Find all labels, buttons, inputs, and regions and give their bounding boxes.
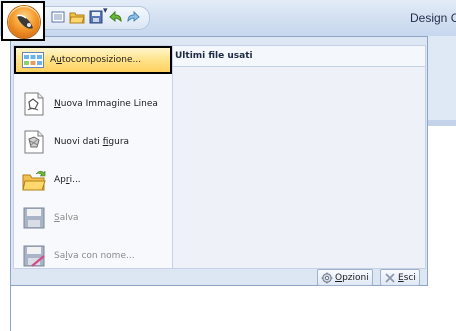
menu-command-list: Autocomposizione... Nuova Immagine Linea… <box>13 45 173 269</box>
customize-toolbar-dropdown-icon[interactable]: ▾ <box>103 6 108 16</box>
new-document-icon[interactable] <box>50 9 66 25</box>
options-icon <box>321 272 333 283</box>
menu-item-label: Salva con nome... <box>54 251 135 261</box>
menu-item-open[interactable]: Apri... <box>14 162 172 200</box>
title-bar: ▾ Design C <box>0 0 456 36</box>
new-pattern-data-icon <box>24 130 44 154</box>
ribbon-area <box>428 36 456 120</box>
open-folder-icon[interactable] <box>69 9 85 25</box>
menu-item-autocomposition[interactable]: Autocomposizione... <box>14 46 172 74</box>
options-label: Opzioni <box>335 272 369 283</box>
menu-item-label: Autocomposizione... <box>50 55 142 65</box>
open-folder-icon <box>22 170 46 191</box>
exit-icon <box>385 272 395 283</box>
undo-icon[interactable] <box>107 9 123 25</box>
auto-compose-icon <box>22 52 44 68</box>
save-icon <box>23 207 45 229</box>
recent-files-header: Ultimi file usati <box>173 46 425 67</box>
menu-footer: Opzioni Esci <box>11 269 427 286</box>
ribbon-divider <box>428 120 456 126</box>
recent-files-panel: Ultimi file usati <box>172 45 426 269</box>
exit-button[interactable]: Esci <box>380 269 420 286</box>
save-icon[interactable] <box>88 9 104 25</box>
menu-item-label: Nuovi dati figura <box>54 137 130 147</box>
menu-item-label: Nuova Immagine Linea <box>54 99 158 109</box>
new-line-image-icon <box>24 92 44 116</box>
application-button[interactable] <box>1 1 45 41</box>
recent-files-title: Ultimi file usati <box>175 51 253 61</box>
application-orb-icon <box>8 6 40 38</box>
save-as-icon <box>23 245 45 267</box>
exit-label: Esci <box>398 272 416 283</box>
menu-item-label: Apri... <box>54 175 81 185</box>
application-menu: Autocomposizione... Nuova Immagine Linea… <box>10 36 428 286</box>
options-button[interactable]: Opzioni <box>317 269 373 286</box>
menu-item-save[interactable]: Salva <box>14 200 172 238</box>
window-title: Design C <box>410 11 456 25</box>
menu-item-new-pattern-data[interactable]: Nuovi dati figura <box>14 124 172 162</box>
quick-access-toolbar <box>40 6 150 30</box>
menu-item-new-line-image[interactable]: Nuova Immagine Linea <box>14 86 172 124</box>
redo-icon[interactable] <box>126 9 142 25</box>
menu-item-label: Salva <box>54 213 79 223</box>
